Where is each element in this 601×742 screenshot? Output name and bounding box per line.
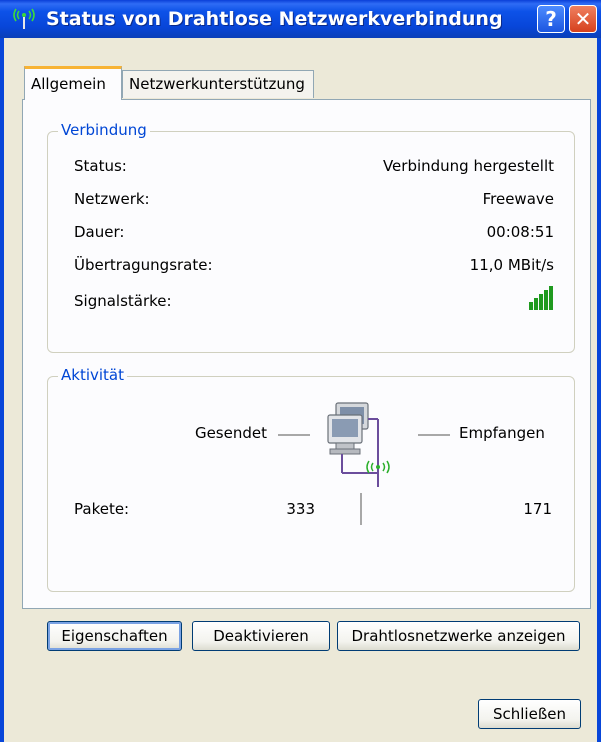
show-wireless-networks-button-label: Drahtlosnetzwerke anzeigen (351, 627, 566, 645)
tab-general[interactable]: Allgemein (24, 66, 122, 100)
sent-line (278, 434, 310, 436)
signal-label: Signalstärke: (74, 292, 172, 310)
close-window-button[interactable]: ✕ (569, 5, 597, 33)
connection-legend: Verbindung (58, 121, 150, 139)
window-title: Status von Drahtlose Netzwerkverbindung (46, 8, 503, 30)
status-label: Status: (74, 157, 127, 175)
close-icon: ✕ (574, 7, 592, 31)
disable-button[interactable]: Deaktivieren (192, 621, 330, 651)
signal-bar (544, 290, 548, 310)
properties-button-label: Eigenschaften (61, 627, 168, 645)
tab-network-support-label: Netzwerkunterstützung (129, 75, 305, 93)
status-value: Verbindung hergestellt (382, 157, 554, 175)
duration-label: Dauer: (74, 223, 125, 241)
status-row: Status: Verbindung hergestellt (74, 157, 554, 179)
sent-label: Gesendet (194, 424, 267, 442)
activity-legend: Aktivität (58, 366, 127, 384)
signal-row: Signalstärke: (74, 286, 554, 314)
show-wireless-networks-button[interactable]: Drahtlosnetzwerke anzeigen (337, 621, 580, 651)
close-button[interactable]: Schließen (478, 699, 581, 729)
help-button[interactable]: ? (537, 5, 565, 33)
connection-group: Verbindung Status: Verbindung hergestell… (47, 121, 575, 353)
signal-bar (539, 294, 543, 310)
signal-bar (529, 302, 533, 310)
tab-network-support[interactable]: Netzwerkunterstützung (122, 70, 314, 98)
title-bar[interactable]: Status von Drahtlose Netzwerkverbindung … (0, 0, 601, 38)
tab-panel-general: Verbindung Status: Verbindung hergestell… (22, 99, 591, 609)
network-label: Netzwerk: (74, 190, 150, 208)
packets-label: Pakete: (74, 500, 130, 518)
packets-sent-value: 333 (286, 500, 315, 518)
help-icon: ? (545, 7, 557, 31)
network-computers-icon (327, 402, 390, 487)
wireless-network-icon (13, 8, 35, 29)
activity-group: Aktivität Gesendet Empfangen Pakete: 333… (47, 366, 575, 592)
network-row: Netzwerk: Freewave (74, 190, 554, 212)
properties-button[interactable]: Eigenschaften (47, 621, 182, 651)
received-label: Empfangen (459, 424, 545, 442)
status-dialog: Status von Drahtlose Netzwerkverbindung … (0, 0, 601, 742)
network-value: Freewave (482, 190, 554, 208)
close-button-label: Schließen (492, 705, 567, 723)
signal-bar (549, 286, 553, 310)
received-line (418, 434, 450, 436)
tab-general-label: Allgemein (31, 75, 106, 93)
disable-button-label: Deaktivieren (213, 627, 309, 645)
signal-strength-icon (529, 286, 553, 310)
duration-row: Dauer: 00:08:51 (74, 223, 554, 245)
signal-bar (534, 298, 538, 310)
duration-value: 00:08:51 (486, 223, 554, 241)
speed-value: 11,0 MBit/s (469, 256, 554, 274)
packets-separator (360, 493, 362, 525)
speed-row: Übertragungsrate: 11,0 MBit/s (74, 256, 554, 278)
speed-label: Übertragungsrate: (74, 256, 213, 274)
packets-received-value: 171 (523, 500, 552, 518)
